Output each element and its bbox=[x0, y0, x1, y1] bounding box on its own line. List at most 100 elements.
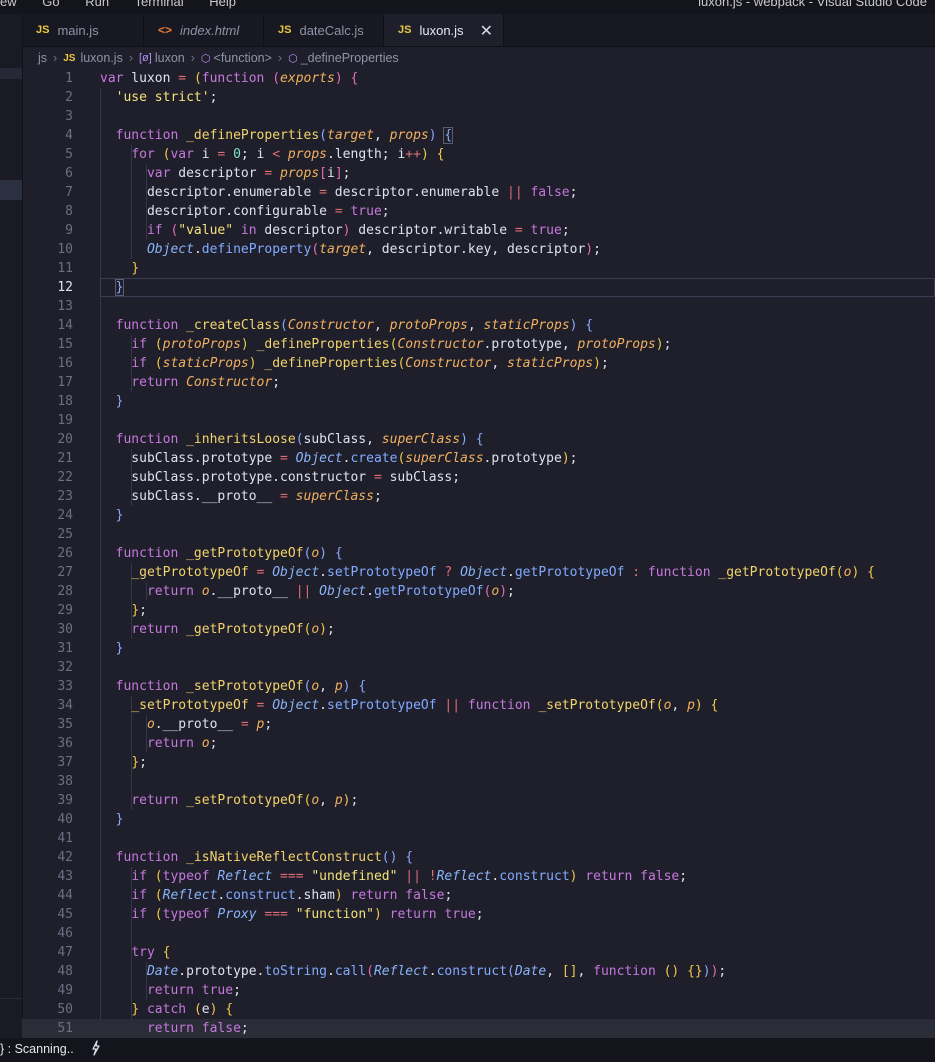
code-line[interactable]: 29 }; bbox=[22, 601, 935, 620]
code-line[interactable]: 34 _setPrototypeOf = Object.setPrototype… bbox=[22, 696, 935, 715]
code-line[interactable]: 45 if (typeof Proxy === "function") retu… bbox=[22, 905, 935, 924]
code-line[interactable]: 37 }; bbox=[22, 753, 935, 772]
code-line[interactable]: 16 if (staticProps) _defineProperties(Co… bbox=[22, 354, 935, 373]
code-line[interactable]: 32 bbox=[22, 658, 935, 677]
code-line[interactable]: 27 _getPrototypeOf = Object.setPrototype… bbox=[22, 563, 935, 582]
code-line[interactable]: 11 } bbox=[22, 259, 935, 278]
code-line[interactable]: 5 for (var i = 0; i < props.length; i++)… bbox=[22, 145, 935, 164]
code-text: if ("value" in descriptor) descriptor.wr… bbox=[146, 223, 570, 238]
line-number: 29 bbox=[57, 603, 73, 618]
plug-icon[interactable] bbox=[90, 1040, 102, 1059]
code-line[interactable]: 25 bbox=[22, 525, 935, 544]
code-text: if (Reflect.construct.sham) return false… bbox=[131, 888, 453, 903]
code-line[interactable]: 21 subClass.prototype = Object.create(su… bbox=[22, 449, 935, 468]
line-number: 24 bbox=[57, 508, 73, 523]
line-number: 39 bbox=[57, 793, 73, 808]
breadcrumb-file[interactable]: luxon.js bbox=[80, 51, 122, 65]
code-line[interactable]: 4 function _defineProperties(target, pro… bbox=[22, 126, 935, 145]
code-line[interactable]: 24 } bbox=[22, 506, 935, 525]
code-line[interactable]: 2 'use strict'; bbox=[22, 88, 935, 107]
code-line[interactable]: 41 bbox=[22, 829, 935, 848]
code-line[interactable]: 42 function _isNativeReflectConstruct() … bbox=[22, 848, 935, 867]
code-line[interactable]: 39 return _setPrototypeOf(o, p); bbox=[22, 791, 935, 810]
code-line-current[interactable]: 12 } bbox=[22, 278, 935, 297]
code-line[interactable]: 22 subClass.prototype.constructor = subC… bbox=[22, 468, 935, 487]
code-text: return false; bbox=[146, 1021, 249, 1036]
code-text: if (protoProps) _defineProperties(Constr… bbox=[131, 337, 672, 352]
line-number: 5 bbox=[65, 147, 73, 162]
code-line[interactable]: 13 bbox=[22, 297, 935, 316]
code-line[interactable]: 30 return _getPrototypeOf(o); bbox=[22, 620, 935, 639]
breadcrumb-symbol-method[interactable]: _defineProperties bbox=[301, 51, 399, 65]
code-editor[interactable]: 1 var luxon = (function (exports) { 2 'us… bbox=[22, 69, 935, 1038]
code-line[interactable]: 19 bbox=[22, 411, 935, 430]
breadcrumb-symbol-function[interactable]: <function> bbox=[214, 51, 272, 65]
current-line-highlight bbox=[100, 278, 935, 297]
code-line[interactable]: 7 descriptor.enumerable = descriptor.enu… bbox=[22, 183, 935, 202]
line-number: 34 bbox=[57, 698, 73, 713]
chevron-right-icon: › bbox=[128, 51, 133, 65]
code-line[interactable]: 14 function _createClass(Constructor, pr… bbox=[22, 316, 935, 335]
line-number: 15 bbox=[57, 337, 73, 352]
code-line[interactable]: 18 } bbox=[22, 392, 935, 411]
code-text: _getPrototypeOf = Object.setPrototypeOf … bbox=[131, 565, 875, 580]
code-line[interactable]: 50 } catch (e) { bbox=[22, 1000, 935, 1019]
code-line[interactable]: 6 var descriptor = props[i]; bbox=[22, 164, 935, 183]
code-line[interactable]: 26 function _getPrototypeOf(o) { bbox=[22, 544, 935, 563]
tab-luxon-js[interactable]: JS luxon.js ✕ bbox=[384, 14, 504, 46]
code-line[interactable]: 36 return o; bbox=[22, 734, 935, 753]
code-line[interactable]: 48 Date.prototype.toString.call(Reflect.… bbox=[22, 962, 935, 981]
code-line[interactable]: 23 subClass.__proto__ = superClass; bbox=[22, 487, 935, 506]
code-line[interactable]: 44 if (Reflect.construct.sham) return fa… bbox=[22, 886, 935, 905]
code-text: } bbox=[131, 261, 140, 276]
js-file-icon: JS bbox=[36, 24, 50, 36]
sidebar-row[interactable] bbox=[0, 68, 22, 79]
tab-main-js[interactable]: JS main.js bbox=[22, 14, 144, 46]
code-line[interactable]: 20 function _inheritsLoose(subClass, sup… bbox=[22, 430, 935, 449]
code-text: return _getPrototypeOf(o); bbox=[131, 622, 335, 637]
code-line[interactable]: 47 try { bbox=[22, 943, 935, 962]
scanning-status[interactable]: } : Scanning.. bbox=[0, 1042, 74, 1056]
code-text: function _inheritsLoose(subClass, superC… bbox=[115, 432, 484, 447]
tab-datecalc-js[interactable]: JS dateCalc.js bbox=[264, 14, 384, 46]
code-text: return Constructor; bbox=[131, 375, 281, 390]
code-line[interactable]: 8 descriptor.configurable = true; bbox=[22, 202, 935, 221]
code-line[interactable]: 49 return true; bbox=[22, 981, 935, 1000]
breadcrumb-folder[interactable]: js bbox=[38, 51, 47, 65]
code-line[interactable]: 33 function _setPrototypeOf(o, p) { bbox=[22, 677, 935, 696]
code-line[interactable]: 46 bbox=[22, 924, 935, 943]
menu-item-go[interactable]: Go bbox=[42, 0, 59, 9]
menu-item-run[interactable]: Run bbox=[85, 0, 109, 9]
code-line[interactable]: 17 return Constructor; bbox=[22, 373, 935, 392]
code-text: return true; bbox=[146, 983, 241, 998]
code-text: }; bbox=[131, 603, 147, 618]
code-text: subClass.prototype = Object.create(super… bbox=[100, 451, 578, 466]
code-line[interactable]: 3 bbox=[22, 107, 935, 126]
code-text: return _setPrototypeOf(o, p); bbox=[131, 793, 359, 808]
code-line[interactable]: 10 Object.defineProperty(target, descrip… bbox=[22, 240, 935, 259]
code-line[interactable]: 9 if ("value" in descriptor) descriptor.… bbox=[22, 221, 935, 240]
code-line[interactable]: 38 bbox=[22, 772, 935, 791]
code-line[interactable]: 40 } bbox=[22, 810, 935, 829]
breadcrumb-symbol-luxon[interactable]: luxon bbox=[155, 51, 185, 65]
sidebar-row-selected[interactable] bbox=[0, 180, 22, 200]
code-text: 'use strict'; bbox=[115, 90, 218, 105]
code-line[interactable]: 51 return false; bbox=[22, 1019, 935, 1038]
code-text: } bbox=[115, 394, 124, 409]
code-line[interactable]: 43 if (typeof Reflect === "undefined" ||… bbox=[22, 867, 935, 886]
close-icon[interactable]: ✕ bbox=[480, 21, 493, 41]
line-number: 33 bbox=[57, 679, 73, 694]
code-line[interactable]: 35 o.__proto__ = p; bbox=[22, 715, 935, 734]
code-text: } bbox=[115, 641, 124, 656]
menu-item-help[interactable]: Help bbox=[209, 0, 236, 9]
code-line[interactable]: 31 } bbox=[22, 639, 935, 658]
tab-label: luxon.js bbox=[419, 22, 464, 38]
line-number: 41 bbox=[57, 831, 73, 846]
tab-index-html[interactable]: <> index.html bbox=[144, 14, 264, 46]
menu-item-terminal[interactable]: Terminal bbox=[134, 0, 183, 9]
code-line[interactable]: 1 var luxon = (function (exports) { bbox=[22, 69, 935, 88]
menu-item-view[interactable]: ew bbox=[0, 0, 17, 9]
code-line[interactable]: 28 return o.__proto__ || Object.getProto… bbox=[22, 582, 935, 601]
code-line[interactable]: 15 if (protoProps) _defineProperties(Con… bbox=[22, 335, 935, 354]
line-number: 50 bbox=[57, 1002, 73, 1017]
